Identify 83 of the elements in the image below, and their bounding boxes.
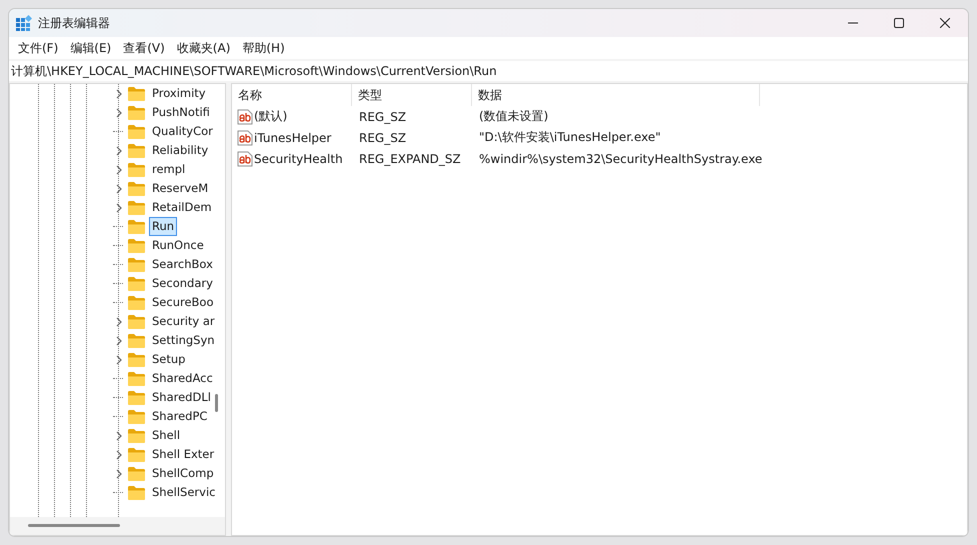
folder-icon [128,124,145,138]
tree-item[interactable]: rempl [149,160,188,179]
menu-item[interactable]: 文件(F) [12,40,64,56]
tree-item[interactable]: Secondary [149,274,216,293]
table-cell: SecurityHealth [254,152,343,166]
string-value-icon [237,130,253,146]
maximize-icon [894,18,904,28]
tree-item[interactable]: SettingSyn [149,331,218,350]
window-title: 注册表编辑器 [38,14,111,32]
column-header[interactable]: 名称 [232,84,352,106]
column-header[interactable]: 类型 [352,84,472,106]
tree-item[interactable]: Shell Exter [149,445,218,464]
table-cell-text: REG_SZ [358,130,408,144]
table-cell-text: %windir%\system32\SecurityHealthSystray.exe [478,152,762,166]
chevron-icon[interactable] [116,316,122,326]
tree-item[interactable]: PushNotifi [149,103,213,122]
tree-item[interactable]: QualityCor [149,122,216,141]
folder-icon [128,466,145,480]
scrollbar-thumb[interactable] [215,394,218,412]
tree-item[interactable]: Security ar [149,312,218,331]
string-value-icon [237,108,253,124]
tree-item[interactable]: SharedPC [149,407,210,426]
tree-item[interactable]: SharedAcc [149,369,216,388]
column-header[interactable]: 数据 [472,84,760,106]
folder-icon [128,296,145,310]
tree-item[interactable]: ReserveM [149,179,212,198]
tree-item[interactable]: ShellComp [149,464,217,483]
folder-icon [128,372,145,386]
chevron-icon[interactable] [116,354,122,364]
folder-icon [128,486,145,500]
menu-item[interactable]: 帮助(H) [236,40,291,56]
tree-item[interactable]: RetailDem [149,198,215,217]
menu-item[interactable]: 编辑(E) [64,40,118,56]
address-bar[interactable]: 计算机\HKEY_LOCAL_MACHINE\SOFTWARE\Microsoft\Windows\CurrentVersion\Run [9,61,968,81]
tree-item[interactable]: Proximity [149,84,209,103]
tree-item[interactable]: Setup [149,350,188,369]
chevron-icon[interactable] [116,468,122,478]
folder-icon [128,144,145,158]
folder-icon [128,258,145,272]
folder-icon [128,220,145,234]
folder-icon [128,448,145,462]
chevron-icon[interactable] [116,108,122,118]
table-cell-text: REG_EXPAND_SZ [358,152,462,166]
folder-icon [128,276,145,290]
table-cell-text: "D:\软件安装\iTunesHelper.exe" [478,129,661,146]
folder-icon [128,334,145,348]
folder-icon [128,106,145,120]
tree-item[interactable]: RunOnce [149,236,207,255]
folder-icon [128,86,145,100]
chevron-icon[interactable] [116,88,122,98]
chevron-icon[interactable] [116,164,122,174]
folder-icon [128,162,145,176]
folder-icon [128,182,145,196]
folder-icon [128,428,145,442]
table-cell-text: REG_SZ [358,110,408,124]
tree-item[interactable]: SharedDLl [149,388,214,407]
folder-icon [128,314,145,328]
chevron-icon[interactable] [116,450,122,460]
table-cell: iTunesHelper [254,130,332,144]
tree-item[interactable]: SecureBoo [149,293,216,312]
close-icon [940,18,950,28]
app-icon [16,15,32,31]
table-cell: (默认) [254,108,288,125]
tree-item[interactable]: Shell [149,426,184,445]
menu-item[interactable]: 查看(V) [117,40,171,56]
folder-icon [128,238,145,252]
folder-icon [128,410,145,424]
tree-item[interactable]: ShellServic [149,483,218,502]
string-value-icon [237,150,253,166]
folder-icon [128,390,145,404]
tree-item[interactable]: Run [149,217,178,236]
chevron-icon[interactable] [116,336,122,346]
chevron-icon[interactable] [116,202,122,212]
folder-icon [128,352,145,366]
table-cell-text: (数值未设置) [478,108,548,125]
folder-icon [128,200,145,214]
chevron-icon[interactable] [116,430,122,440]
chevron-icon[interactable] [116,146,122,156]
chevron-icon[interactable] [116,184,122,194]
tree-item[interactable]: SearchBox [149,255,216,274]
tree-item[interactable]: Reliability [149,141,212,160]
scrollbar-thumb[interactable] [28,524,120,527]
menu-item[interactable]: 收藏夹(A) [170,40,236,56]
